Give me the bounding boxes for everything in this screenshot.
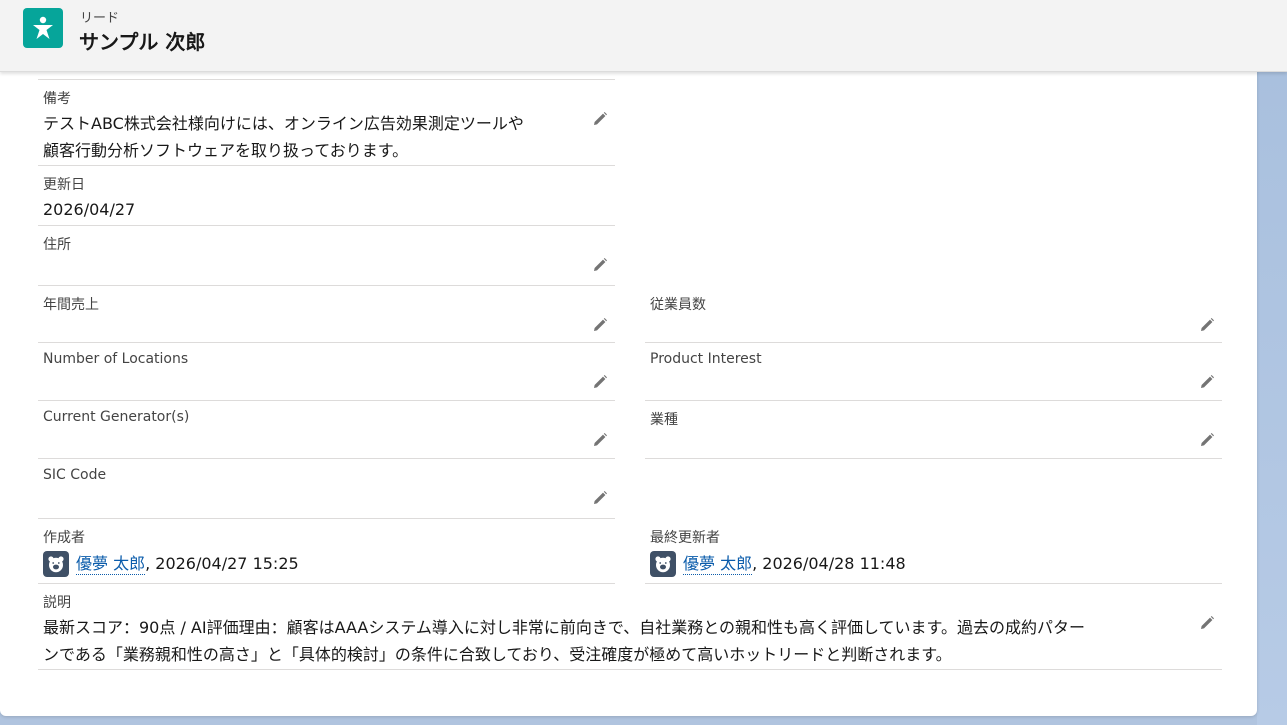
edit-employees-button[interactable] <box>1198 316 1216 334</box>
field-value: テストABC株式会社様向けには、オンライン広告効果測定ツールや 顧客行動分析ソフ… <box>43 110 524 164</box>
created-by-user-link[interactable]: 優夢 太郎 <box>76 554 146 575</box>
description-line-1: 最新スコア：90点 / AI評価理由：顧客はAAAシステム導入に対し非常に前向き… <box>43 618 1085 637</box>
field-last-modified-by: 最終更新者 優夢 太郎 , 2026/04/28 11:48 <box>645 519 1222 584</box>
pencil-icon <box>594 112 607 125</box>
field-label: 更新日 <box>43 177 85 193</box>
notes-line-2: 顧客行動分析ソフトウェアを取り扱っております。 <box>43 141 409 160</box>
field-industry: 業種 <box>645 401 1222 459</box>
pencil-icon <box>1201 433 1214 446</box>
field-label: 備考 <box>43 91 71 107</box>
record-name: サンプル 次郎 <box>79 30 206 54</box>
field-number-of-locations: Number of Locations <box>38 343 615 401</box>
user-value: 優夢 太郎 , 2026/04/28 11:48 <box>650 551 906 577</box>
field-label: 従業員数 <box>650 297 706 313</box>
field-sic-code: SIC Code <box>38 459 615 519</box>
lead-object-icon <box>23 8 63 48</box>
bear-avatar-icon <box>48 556 64 573</box>
edit-current-generators-button[interactable] <box>591 431 609 449</box>
last-modified-date: , 2026/04/28 11:48 <box>752 554 906 573</box>
page-background-right <box>1257 72 1287 725</box>
edit-industry-button[interactable] <box>1198 431 1216 449</box>
pencil-icon <box>594 433 607 446</box>
notes-line-1: テストABC株式会社様向けには、オンライン広告効果測定ツールや <box>43 114 524 133</box>
field-value: 最新スコア：90点 / AI評価理由：顧客はAAAシステム導入に対し非常に前向き… <box>43 614 1085 668</box>
avatar <box>43 551 69 577</box>
field-label: Product Interest <box>650 351 762 367</box>
edit-annual-revenue-button[interactable] <box>591 316 609 334</box>
field-updated-date: 更新日 2026/04/27 <box>38 166 615 226</box>
field-label: 業種 <box>650 412 678 428</box>
pencil-icon <box>1201 616 1214 629</box>
edit-product-interest-button[interactable] <box>1198 373 1216 391</box>
field-label: 説明 <box>43 595 71 611</box>
field-label: 住所 <box>43 237 71 253</box>
pencil-icon <box>1201 375 1214 388</box>
field-current-generators: Current Generator(s) <box>38 401 615 459</box>
field-description: 説明 最新スコア：90点 / AI評価理由：顧客はAAAシステム導入に対し非常に… <box>38 584 1222 670</box>
field-product-interest: Product Interest <box>645 343 1222 401</box>
pencil-icon <box>594 318 607 331</box>
field-value: 2026/04/27 <box>43 200 136 219</box>
field-notes: 備考 テストABC株式会社様向けには、オンライン広告効果測定ツールや 顧客行動分… <box>38 80 615 166</box>
field-label: Current Generator(s) <box>43 409 190 425</box>
last-modified-by-user-link[interactable]: 優夢 太郎 <box>683 554 753 575</box>
field-label: SIC Code <box>43 467 107 483</box>
field-label: 最終更新者 <box>650 530 720 546</box>
field-label: Number of Locations <box>43 351 189 367</box>
edit-address-button[interactable] <box>591 256 609 274</box>
edit-number-of-locations-button[interactable] <box>591 373 609 391</box>
bear-avatar-icon <box>655 556 671 573</box>
field-employees: 従業員数 <box>645 286 1222 343</box>
field-address: 住所 <box>38 226 615 286</box>
pencil-icon <box>594 491 607 504</box>
edit-notes-button[interactable] <box>591 110 609 128</box>
field-label: 作成者 <box>43 530 85 546</box>
created-date: , 2026/04/27 15:25 <box>145 554 299 573</box>
star-person-icon <box>33 16 53 39</box>
field-created-by: 作成者 優夢 太郎 , 2026/04/27 15:25 <box>38 519 615 584</box>
pencil-icon <box>594 375 607 388</box>
field-annual-revenue: 年間売上 <box>38 286 615 343</box>
avatar <box>650 551 676 577</box>
pencil-icon <box>594 258 607 271</box>
field-label: 年間売上 <box>43 297 99 313</box>
edit-description-button[interactable] <box>1198 614 1216 632</box>
description-line-2: ンである「業務親和性の高さ」と「具体的検討」の条件に合致しており、受注確度が極め… <box>43 645 952 664</box>
edit-sic-code-button[interactable] <box>591 489 609 507</box>
record-header: リード サンプル 次郎 <box>0 0 1287 72</box>
object-type-label: リード <box>80 11 120 26</box>
pencil-icon <box>1201 318 1214 331</box>
user-value: 優夢 太郎 , 2026/04/27 15:25 <box>43 551 299 577</box>
